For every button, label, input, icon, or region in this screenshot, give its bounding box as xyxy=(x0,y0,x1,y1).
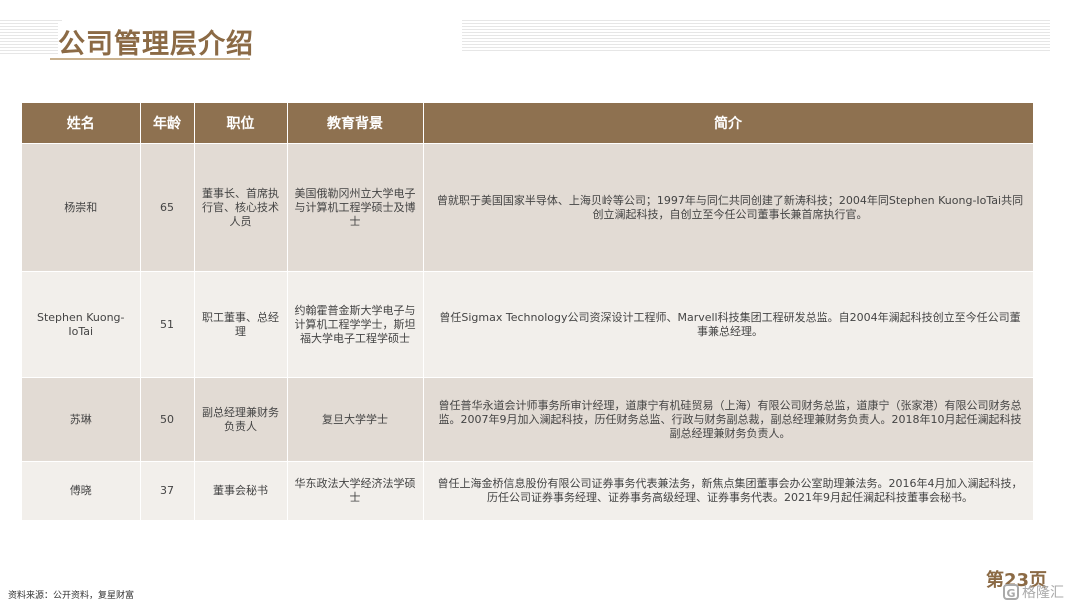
cell-education: 美国俄勒冈州立大学电子与计算机工程学硕士及博士 xyxy=(287,143,424,272)
table-row: 苏琳 50 副总经理兼财务负责人 复旦大学学士 曾任普华永道会计师事务所审计经理… xyxy=(22,377,1034,462)
header-position: 职位 xyxy=(194,103,288,144)
cell-position: 董事会秘书 xyxy=(194,461,288,520)
table-row: Stephen Kuong-IoTai 51 职工董事、总经理 约翰霍普金斯大学… xyxy=(22,271,1034,378)
cell-age: 37 xyxy=(140,461,195,520)
source-note: 资料来源：公开资料，复星财富 xyxy=(8,591,135,601)
cell-age: 50 xyxy=(140,377,195,462)
title-underline xyxy=(50,58,250,60)
cell-intro: 曾任普华永道会计师事务所审计经理，道康宁有机硅贸易（上海）有限公司财务总监，道康… xyxy=(423,377,1034,462)
header-name: 姓名 xyxy=(22,103,141,144)
decorative-stripes-left xyxy=(0,20,62,54)
decorative-stripes-right xyxy=(462,20,1050,52)
header-education: 教育背景 xyxy=(287,103,424,144)
cell-name: 杨崇和 xyxy=(22,143,141,272)
header-intro: 简介 xyxy=(423,103,1034,144)
table-header-row: 姓名 年龄 职位 教育背景 简介 xyxy=(22,103,1034,144)
cell-intro: 曾任上海金桥信息股份有限公司证券事务代表兼法务，新焦点集团董事会办公室助理兼法务… xyxy=(423,461,1034,520)
cell-position: 职工董事、总经理 xyxy=(194,271,288,378)
table-row: 傅晓 37 董事会秘书 华东政法大学经济法学硕士 曾任上海金桥信息股份有限公司证… xyxy=(22,461,1034,520)
cell-age: 65 xyxy=(140,143,195,272)
header-age: 年龄 xyxy=(140,103,195,144)
logo-text: 格隆汇 xyxy=(1022,585,1064,601)
cell-position: 副总经理兼财务负责人 xyxy=(194,377,288,462)
cell-education: 约翰霍普金斯大学电子与计算机工程学学士，斯坦福大学电子工程学硕士 xyxy=(287,271,424,378)
page-title: 公司管理层介绍 xyxy=(58,22,260,61)
g-logo-icon: G xyxy=(1003,584,1019,600)
table-row: 杨崇和 65 董事长、首席执行官、核心技术人员 美国俄勒冈州立大学电子与计算机工… xyxy=(22,143,1034,272)
cell-intro: 曾任Sigmax Technology公司资深设计工程师、Marvell科技集团… xyxy=(423,271,1034,378)
cell-intro: 曾就职于美国国家半导体、上海贝岭等公司；1997年与同仁共同创建了新涛科技；20… xyxy=(423,143,1034,272)
brand-logo: G 格隆汇 xyxy=(1003,582,1064,602)
management-table: 姓名 年龄 职位 教育背景 简介 杨崇和 65 董事长、首席执行官、核心技术人员… xyxy=(22,103,1034,520)
cell-name: 傅晓 xyxy=(22,461,141,520)
cell-name: 苏琳 xyxy=(22,377,141,462)
cell-education: 华东政法大学经济法学硕士 xyxy=(287,461,424,520)
cell-education: 复旦大学学士 xyxy=(287,377,424,462)
cell-position: 董事长、首席执行官、核心技术人员 xyxy=(194,143,288,272)
cell-name: Stephen Kuong-IoTai xyxy=(22,271,141,378)
cell-age: 51 xyxy=(140,271,195,378)
